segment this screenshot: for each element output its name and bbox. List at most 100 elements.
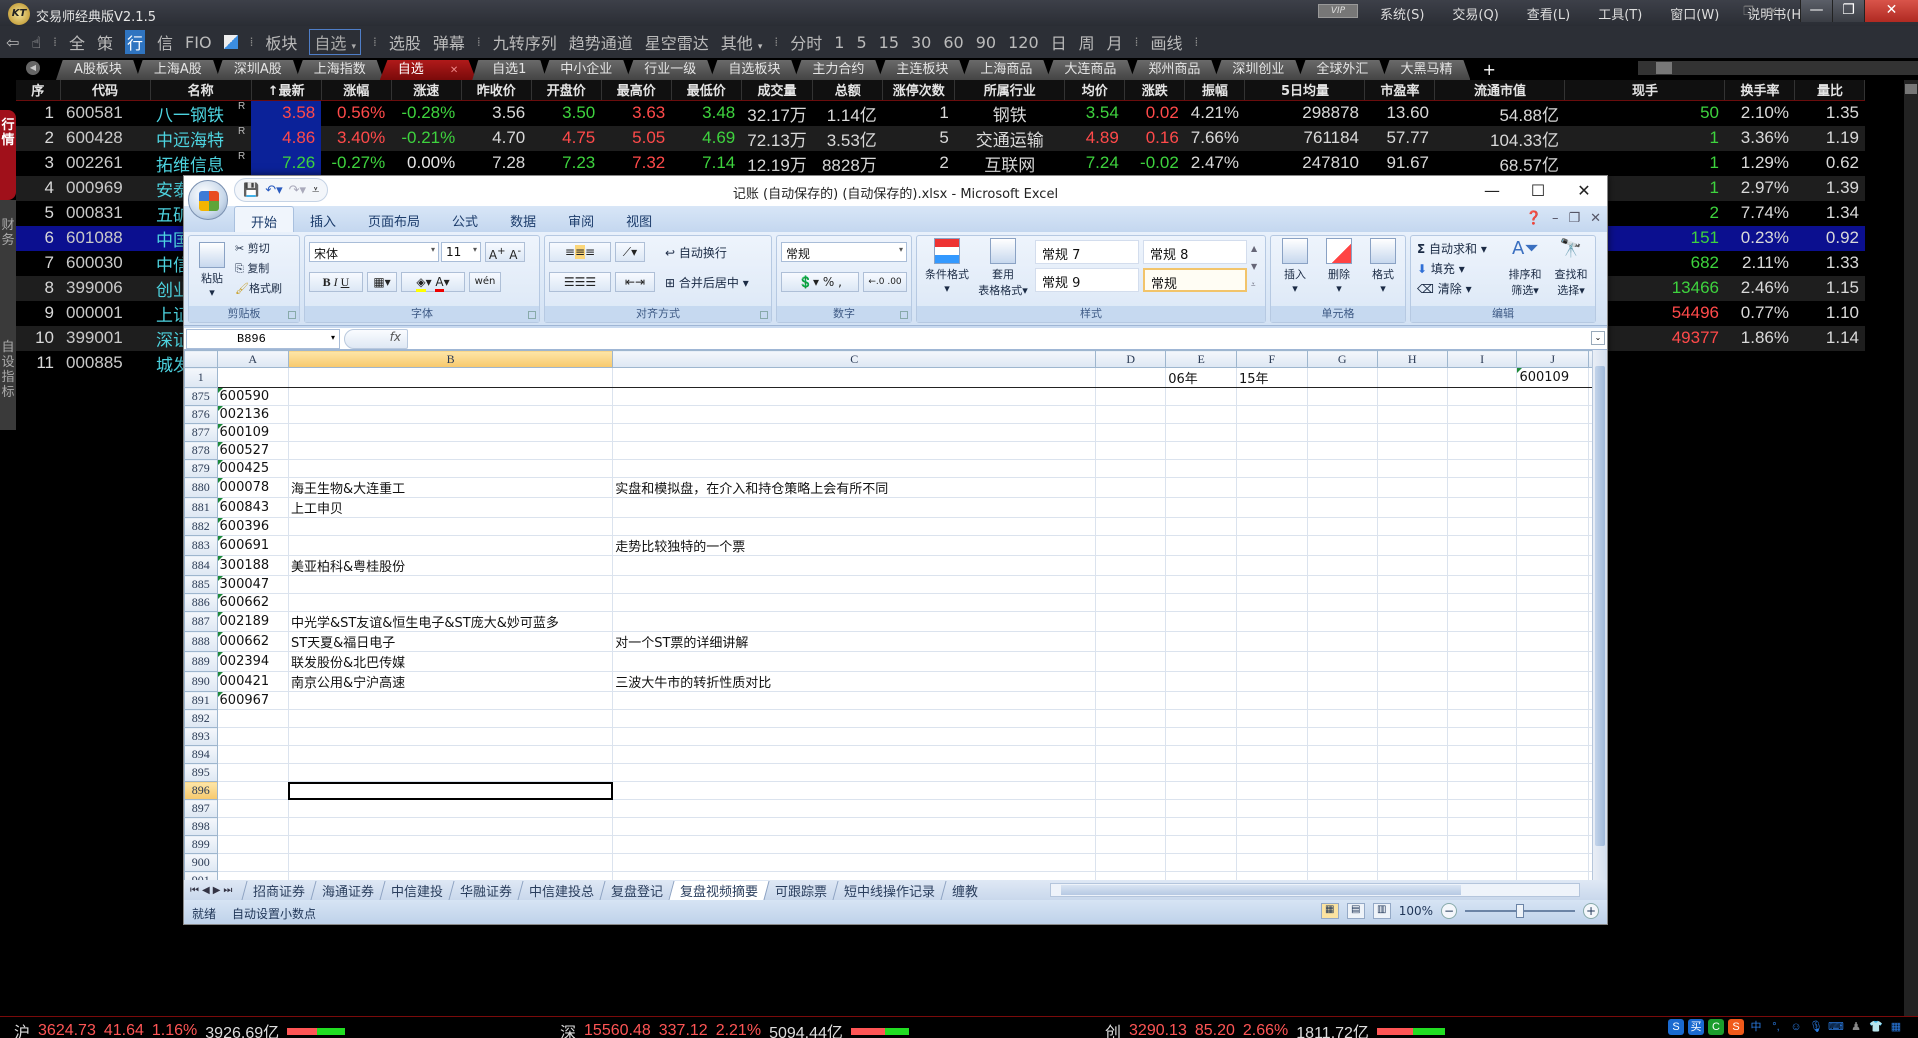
cell-h893[interactable] xyxy=(1377,727,1448,746)
workbook-minimize-icon[interactable]: – xyxy=(1552,211,1559,226)
cell-b889[interactable]: 联发股份&北巴传媒 xyxy=(288,651,614,672)
column-header[interactable]: 最低价 xyxy=(671,80,742,101)
row-header[interactable]: 880 xyxy=(184,477,218,498)
style-gallery-scroll[interactable]: ▲ ▼ ⩡ xyxy=(1251,240,1257,294)
sheet-tab[interactable]: 海通证券 xyxy=(310,880,385,900)
restore-button[interactable]: ❐ xyxy=(1832,0,1864,22)
market-tab[interactable]: 大连商品 xyxy=(1046,60,1135,80)
insert-function-button[interactable]: fx xyxy=(344,329,408,349)
cell-h891[interactable] xyxy=(1377,691,1448,710)
cell-f1[interactable]: 15年 xyxy=(1236,367,1308,388)
cell-j877[interactable] xyxy=(1516,423,1589,442)
cell-d892[interactable] xyxy=(1095,709,1167,728)
cell-f875[interactable] xyxy=(1236,387,1308,406)
cell-h886[interactable] xyxy=(1377,593,1448,612)
cell-g884[interactable] xyxy=(1307,555,1378,576)
tool-other[interactable]: 其他 ▾ xyxy=(721,30,763,54)
font-size-grow-shrink[interactable]: A+ A- xyxy=(485,242,525,262)
cell-a881[interactable]: 600843 xyxy=(217,497,289,518)
cell-c889[interactable] xyxy=(612,651,1097,672)
cell-b877[interactable] xyxy=(288,423,614,442)
ribbon-tab-data[interactable]: 数据 xyxy=(494,206,552,232)
stock-row[interactable]: 1 600581 八一钢铁 R 3.58 0.56% -0.28% 3.56 3.50 3.63 3… xyxy=(16,100,1865,126)
menu-system[interactable]: 系统(S) xyxy=(1380,4,1424,23)
zoom-slider-knob[interactable] xyxy=(1516,904,1524,918)
cell-h899[interactable] xyxy=(1377,835,1448,854)
ribbon-tab-home[interactable]: 开始 xyxy=(234,206,295,232)
cell-i876[interactable] xyxy=(1447,405,1518,424)
tabbar-scrollbar[interactable] xyxy=(1638,61,1918,75)
format-as-table-button[interactable]: 套用 表格格式▾ xyxy=(975,238,1031,298)
expand-formula-bar-icon[interactable]: ⌄ xyxy=(1591,331,1605,345)
row-header[interactable]: 876 xyxy=(184,405,218,424)
cell-h882[interactable] xyxy=(1377,517,1448,536)
cell-i887[interactable] xyxy=(1447,611,1518,632)
sheet-tab[interactable]: 招商证券 xyxy=(241,880,316,900)
cell-j886[interactable] xyxy=(1516,593,1589,612)
vertical-align-buttons[interactable]: ≡≡≡ xyxy=(549,242,611,262)
cell-f878[interactable] xyxy=(1236,441,1308,460)
cell-d878[interactable] xyxy=(1095,441,1167,460)
cell-d881[interactable] xyxy=(1095,497,1167,518)
ime-chinese-icon[interactable]: 中 xyxy=(1748,1019,1764,1035)
cell-g878[interactable] xyxy=(1307,441,1378,460)
cell-i885[interactable] xyxy=(1447,575,1518,594)
sogou-ime-icon[interactable]: S xyxy=(1728,1019,1744,1035)
cell-a878[interactable]: 600527 xyxy=(217,441,289,460)
keyboard-icon[interactable]: ⌨ xyxy=(1828,1019,1844,1035)
tool-board[interactable]: 板块 xyxy=(265,30,297,54)
cell-a885[interactable]: 300047 xyxy=(217,575,289,594)
cell-j895[interactable] xyxy=(1516,763,1589,782)
cell-j901[interactable] xyxy=(1516,871,1589,880)
cell-i882[interactable] xyxy=(1447,517,1518,536)
user-icon[interactable]: ♟ xyxy=(1848,1019,1864,1035)
cell-a896[interactable] xyxy=(217,781,289,800)
cell-f890[interactable] xyxy=(1236,671,1308,692)
market-tab[interactable]: 深圳创业 xyxy=(1214,60,1303,80)
row-header[interactable]: 888 xyxy=(184,631,218,652)
cell-i875[interactable] xyxy=(1447,387,1518,406)
cell-a897[interactable] xyxy=(217,799,289,818)
sort-filter-button[interactable]: A⏷ 排序和 筛选▾ xyxy=(1503,238,1547,298)
cell-b891[interactable] xyxy=(288,691,614,710)
period-week[interactable]: 周 xyxy=(1079,30,1095,54)
cell-g886[interactable] xyxy=(1307,593,1378,612)
cell-d900[interactable] xyxy=(1095,853,1167,872)
cell-g885[interactable] xyxy=(1307,575,1378,594)
currency-icon[interactable]: 💲 xyxy=(798,275,813,289)
column-header-i[interactable]: I xyxy=(1446,350,1518,368)
cell-h883[interactable] xyxy=(1377,535,1448,556)
market-tab[interactable]: 自选板块 xyxy=(710,60,799,80)
cell-e876[interactable] xyxy=(1165,405,1237,424)
sheet-nav-buttons[interactable]: ⏮◀▶⏭ xyxy=(184,885,244,896)
period-5m[interactable]: 5 xyxy=(856,33,866,52)
customize-qat-icon[interactable]: ⩡ xyxy=(312,183,319,198)
column-header-g[interactable]: G xyxy=(1306,350,1378,368)
row-header[interactable]: 879 xyxy=(184,459,218,478)
row-header[interactable]: 895 xyxy=(184,763,218,782)
cell-g897[interactable] xyxy=(1307,799,1378,818)
add-tab-button[interactable]: + xyxy=(1482,60,1495,80)
format-painter-button[interactable]: 🖌格式刷 xyxy=(235,280,282,296)
cut-button[interactable]: ✂ 剪切 xyxy=(235,240,270,256)
cell-h895[interactable] xyxy=(1377,763,1448,782)
cell-c876[interactable] xyxy=(612,405,1097,424)
period-60m[interactable]: 60 xyxy=(943,33,963,52)
cell-h878[interactable] xyxy=(1377,441,1448,460)
cell-h877[interactable] xyxy=(1377,423,1448,442)
cell-j884[interactable] xyxy=(1516,555,1589,576)
sheet-tab[interactable]: 短中线操作记录 xyxy=(832,880,946,900)
cell-c894[interactable] xyxy=(612,745,1097,764)
cell-f894[interactable] xyxy=(1236,745,1308,764)
cell-d876[interactable] xyxy=(1095,405,1167,424)
cell-e881[interactable] xyxy=(1165,497,1237,518)
hand-icon[interactable]: ☝ xyxy=(31,33,41,52)
cell-d884[interactable] xyxy=(1095,555,1167,576)
cell-i888[interactable] xyxy=(1447,631,1518,652)
help-icon[interactable]: ❓ xyxy=(1526,211,1542,226)
cell-d896[interactable] xyxy=(1095,781,1167,800)
cell-i899[interactable] xyxy=(1447,835,1518,854)
tool-screener[interactable]: 选股 xyxy=(389,30,421,54)
cell-f876[interactable] xyxy=(1236,405,1308,424)
horizontal-align-buttons[interactable]: ☰☰☰ xyxy=(549,272,611,292)
